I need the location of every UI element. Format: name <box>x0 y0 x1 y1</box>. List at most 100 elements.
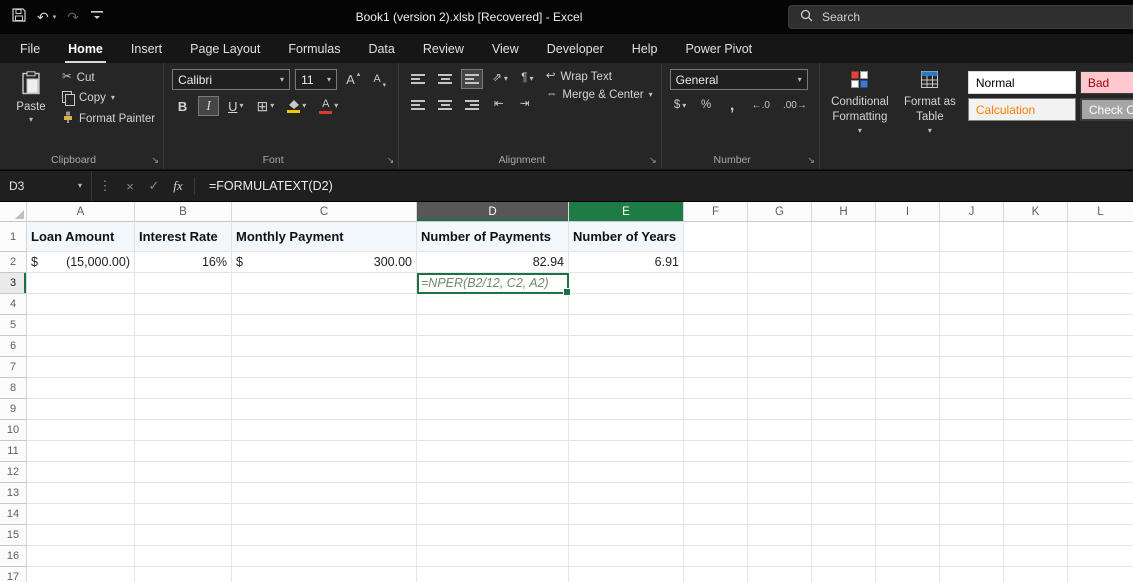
cell-C16[interactable] <box>232 546 417 567</box>
cell-I2[interactable] <box>876 252 940 273</box>
cell-I15[interactable] <box>876 525 940 546</box>
cell-H16[interactable] <box>812 546 876 567</box>
cell-J6[interactable] <box>940 336 1004 357</box>
cell-F11[interactable] <box>684 441 748 462</box>
cell-D6[interactable] <box>417 336 569 357</box>
cell-C7[interactable] <box>232 357 417 378</box>
cell-K13[interactable] <box>1004 483 1068 504</box>
cell-H13[interactable] <box>812 483 876 504</box>
cell-G13[interactable] <box>748 483 812 504</box>
cell-L1[interactable] <box>1068 222 1133 252</box>
cell-H9[interactable] <box>812 399 876 420</box>
cell-D4[interactable] <box>417 294 569 315</box>
cell-C6[interactable] <box>232 336 417 357</box>
cell-B14[interactable] <box>135 504 232 525</box>
row-header-13[interactable]: 13 <box>0 483 27 504</box>
column-header-L[interactable]: L <box>1068 202 1133 222</box>
cell-D12[interactable] <box>417 462 569 483</box>
cell-L11[interactable] <box>1068 441 1133 462</box>
cell-L2[interactable] <box>1068 252 1133 273</box>
cell-K17[interactable] <box>1004 567 1068 582</box>
cell-style-bad[interactable]: Bad <box>1080 71 1133 94</box>
copy-dropdown-icon[interactable]: ▾ <box>111 94 115 102</box>
cell-J13[interactable] <box>940 483 1004 504</box>
cell-B1[interactable]: Interest Rate <box>135 222 232 252</box>
cell-K12[interactable] <box>1004 462 1068 483</box>
cell-J15[interactable] <box>940 525 1004 546</box>
cell-E2[interactable]: 6.91 <box>569 252 684 273</box>
cell-F6[interactable] <box>684 336 748 357</box>
cell-style-check[interactable]: Check Cell <box>1080 98 1133 121</box>
cell-B6[interactable] <box>135 336 232 357</box>
bold-button[interactable]: B <box>172 96 193 116</box>
cell-G6[interactable] <box>748 336 812 357</box>
top-align-button[interactable] <box>407 69 429 89</box>
cell-A6[interactable] <box>27 336 135 357</box>
cell-H3[interactable] <box>812 273 876 294</box>
cell-K11[interactable] <box>1004 441 1068 462</box>
column-header-C[interactable]: C <box>232 202 417 222</box>
cell-J11[interactable] <box>940 441 1004 462</box>
cell-A16[interactable] <box>27 546 135 567</box>
cell-C2[interactable]: $300.00 <box>232 252 417 273</box>
cell-A4[interactable] <box>27 294 135 315</box>
row-header-6[interactable]: 6 <box>0 336 27 357</box>
cell-B2[interactable]: 16% <box>135 252 232 273</box>
cell-I7[interactable] <box>876 357 940 378</box>
cell-H6[interactable] <box>812 336 876 357</box>
cell-I12[interactable] <box>876 462 940 483</box>
undo-dropdown-icon[interactable]: ▾ <box>53 13 57 21</box>
cell-E13[interactable] <box>569 483 684 504</box>
cell-I14[interactable] <box>876 504 940 525</box>
decrease-font-size-button[interactable]: A ▾ <box>369 70 390 90</box>
clipboard-dialog-launcher-icon[interactable]: ↘ <box>152 155 160 166</box>
tab-review[interactable]: Review <box>409 34 478 63</box>
orientation-button[interactable]: ⇗ ▾ <box>488 69 512 89</box>
fill-color-dropdown-icon[interactable]: ▾ <box>302 102 306 110</box>
font-size-select[interactable]: 11 ▾ <box>295 69 337 90</box>
cell-A15[interactable] <box>27 525 135 546</box>
cell-D14[interactable] <box>417 504 569 525</box>
cell-K16[interactable] <box>1004 546 1068 567</box>
cell-K7[interactable] <box>1004 357 1068 378</box>
italic-button[interactable]: I <box>198 96 219 116</box>
cell-A13[interactable] <box>27 483 135 504</box>
fill-color-button[interactable]: ▾ <box>283 96 310 116</box>
cell-G1[interactable] <box>748 222 812 252</box>
insert-function-icon[interactable]: fx <box>166 178 190 194</box>
cell-E11[interactable] <box>569 441 684 462</box>
cell-I8[interactable] <box>876 378 940 399</box>
cell-style-calculation[interactable]: Calculation <box>968 98 1076 121</box>
cell-D16[interactable] <box>417 546 569 567</box>
row-header-2[interactable]: 2 <box>0 252 27 273</box>
column-header-G[interactable]: G <box>748 202 812 222</box>
cell-D2[interactable]: 82.94 <box>417 252 569 273</box>
cell-K10[interactable] <box>1004 420 1068 441</box>
formula-input[interactable]: =FORMULATEXT(D2) <box>199 179 333 193</box>
cell-F4[interactable] <box>684 294 748 315</box>
cell-I3[interactable] <box>876 273 940 294</box>
cell-K2[interactable] <box>1004 252 1068 273</box>
cell-L12[interactable] <box>1068 462 1133 483</box>
decrease-indent-button[interactable]: ⇤ <box>488 95 509 115</box>
cell-E16[interactable] <box>569 546 684 567</box>
cell-H12[interactable] <box>812 462 876 483</box>
cell-H2[interactable] <box>812 252 876 273</box>
cell-H8[interactable] <box>812 378 876 399</box>
underline-dropdown-icon[interactable]: ▾ <box>239 102 243 110</box>
cell-B5[interactable] <box>135 315 232 336</box>
cell-K14[interactable] <box>1004 504 1068 525</box>
column-header-H[interactable]: H <box>812 202 876 222</box>
copy-button[interactable]: Copy ▾ <box>62 91 155 104</box>
row-header-10[interactable]: 10 <box>0 420 27 441</box>
column-header-B[interactable]: B <box>135 202 232 222</box>
cell-L17[interactable] <box>1068 567 1133 582</box>
row-header-5[interactable]: 5 <box>0 315 27 336</box>
tab-page-layout[interactable]: Page Layout <box>176 34 274 63</box>
cell-J7[interactable] <box>940 357 1004 378</box>
cell-D8[interactable] <box>417 378 569 399</box>
cell-F13[interactable] <box>684 483 748 504</box>
bottom-align-button[interactable] <box>461 69 483 89</box>
cell-H4[interactable] <box>812 294 876 315</box>
align-right-button[interactable] <box>461 95 483 115</box>
